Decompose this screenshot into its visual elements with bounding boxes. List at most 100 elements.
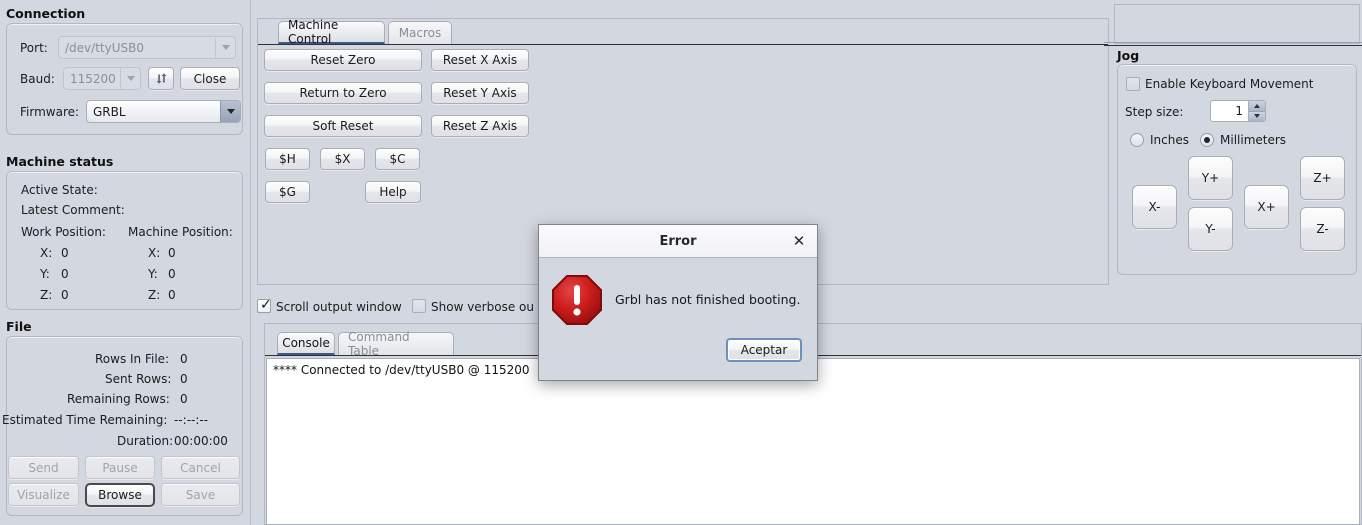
save-button[interactable]: Save	[161, 483, 240, 506]
tab-console[interactable]: Console	[277, 332, 335, 355]
duration-label: Duration:	[117, 434, 174, 448]
work-axis-y-value: 0	[61, 267, 69, 281]
jog-z-minus-button[interactable]: Z-	[1300, 207, 1345, 251]
refresh-ports-button[interactable]	[148, 67, 174, 90]
jog-y-plus-button[interactable]: Y+	[1188, 156, 1233, 200]
work-axis-x-label: X:	[40, 246, 53, 260]
cmd-c-button[interactable]: $C	[375, 148, 420, 170]
pause-button[interactable]: Pause	[85, 456, 155, 479]
error-stop-icon	[551, 274, 603, 329]
jog-x-minus-button[interactable]: X-	[1132, 185, 1177, 229]
sent-rows-value: 0	[180, 372, 188, 386]
jog-z-plus-button[interactable]: Z+	[1300, 156, 1345, 200]
duration-value: 00:00:00	[174, 434, 228, 448]
help-button[interactable]: Help	[365, 181, 421, 203]
right-divider-blue	[1104, 42, 1362, 43]
cmd-x-button[interactable]: $X	[320, 148, 365, 170]
machine-axis-y-value: 0	[168, 267, 176, 281]
work-position-label: Work Position:	[21, 225, 106, 239]
step-size-stepper[interactable]: 1	[1210, 100, 1266, 122]
browse-button[interactable]: Browse	[85, 483, 155, 507]
radio-dot-icon	[1204, 137, 1210, 143]
firmware-select[interactable]: GRBL	[86, 100, 241, 123]
tab-macros[interactable]: Macros	[388, 21, 452, 44]
jog-group-title: Jog	[1117, 48, 1140, 63]
active-state-label: Active State:	[21, 183, 98, 197]
baud-select-value: 115200	[70, 71, 116, 86]
enable-keyboard-movement-checkbox[interactable]	[1126, 77, 1140, 91]
chevron-down-icon	[215, 37, 235, 58]
stepper-buttons[interactable]	[1248, 101, 1265, 121]
send-button[interactable]: Send	[8, 456, 79, 479]
estimated-time-label: Estimated Time Remaining:	[2, 413, 168, 427]
right-top-panel	[1114, 4, 1360, 44]
close-icon[interactable]: ✕	[791, 233, 807, 249]
reset-zero-button[interactable]: Reset Zero	[264, 49, 422, 71]
work-axis-z-value: 0	[61, 288, 69, 302]
work-axis-y-label: Y:	[40, 267, 50, 281]
sent-rows-label: Sent Rows:	[105, 372, 172, 386]
cancel-button[interactable]: Cancel	[161, 456, 240, 479]
inches-radio[interactable]	[1130, 133, 1144, 147]
cmd-h-button[interactable]: $H	[265, 148, 310, 170]
port-select[interactable]: /dev/ttyUSB0	[58, 36, 236, 59]
millimeters-radio[interactable]	[1200, 133, 1214, 147]
close-connection-button[interactable]: Close	[180, 67, 240, 90]
machine-axis-x-label: X:	[148, 246, 161, 260]
verbose-output-checkbox[interactable]	[412, 299, 426, 313]
left-splitter[interactable]	[250, 0, 251, 525]
jog-y-minus-button[interactable]: Y-	[1188, 207, 1233, 251]
remaining-rows-value: 0	[180, 392, 188, 406]
remaining-rows-label: Remaining Rows:	[67, 392, 170, 406]
tab-machine-control[interactable]: Machine Control	[278, 18, 385, 46]
port-select-value: /dev/ttyUSB0	[65, 40, 144, 55]
scroll-output-checkbox[interactable]: ✓	[257, 297, 272, 313]
step-size-value: 1	[1235, 104, 1243, 118]
machine-position-label: Machine Position:	[128, 225, 233, 239]
scroll-output-label: Scroll output window	[276, 300, 402, 314]
cmd-g-button[interactable]: $G	[265, 181, 310, 203]
right-divider-dark	[1104, 45, 1362, 46]
chevron-down-icon	[120, 68, 140, 89]
work-axis-x-value: 0	[61, 246, 69, 260]
machine-axis-z-value: 0	[168, 288, 176, 302]
machine-axis-y-label: Y:	[148, 267, 158, 281]
file-group-title: File	[6, 319, 32, 334]
rows-in-file-label: Rows In File:	[95, 352, 170, 366]
machine-status-group-title: Machine status	[6, 154, 114, 169]
connection-group-title: Connection	[6, 6, 86, 21]
millimeters-label: Millimeters	[1220, 133, 1287, 147]
firmware-select-value: GRBL	[93, 104, 126, 119]
estimated-time-value: --:--:--	[174, 413, 209, 427]
reset-x-axis-button[interactable]: Reset X Axis	[431, 49, 529, 71]
step-size-label: Step size:	[1125, 105, 1184, 119]
work-axis-z-label: Z:	[40, 288, 53, 302]
return-to-zero-button[interactable]: Return to Zero	[264, 82, 422, 104]
dialog-titlebar: Error ✕	[539, 225, 817, 258]
tab-underline	[258, 44, 1108, 45]
tab-command-table[interactable]: Command Table	[338, 330, 454, 358]
dialog-accept-button[interactable]: Aceptar	[726, 338, 802, 362]
machine-axis-z-label: Z:	[148, 288, 161, 302]
soft-reset-button[interactable]: Soft Reset	[264, 115, 422, 137]
inches-label: Inches	[1150, 133, 1189, 147]
baud-select[interactable]: 115200	[63, 67, 141, 90]
firmware-label: Firmware:	[20, 105, 80, 119]
verbose-output-label: Show verbose ou	[431, 300, 534, 314]
reset-z-axis-button[interactable]: Reset Z Axis	[431, 115, 529, 137]
error-dialog: Error ✕ Grbl has not finished booting. A…	[538, 224, 818, 381]
check-icon: ✓	[260, 297, 272, 313]
stepper-up-icon[interactable]	[1249, 101, 1265, 112]
refresh-icon	[156, 73, 166, 84]
stepper-down-icon[interactable]	[1249, 111, 1265, 121]
reset-y-axis-button[interactable]: Reset Y Axis	[431, 82, 529, 104]
chevron-down-icon	[220, 101, 240, 122]
baud-label: Baud:	[20, 72, 55, 86]
machine-axis-x-value: 0	[168, 246, 176, 260]
jog-x-plus-button[interactable]: X+	[1244, 185, 1289, 229]
port-label: Port:	[20, 41, 48, 55]
console-output[interactable]: **** Connected to /dev/ttyUSB0 @ 115200	[266, 358, 1360, 525]
application-window: Connection Port: /dev/ttyUSB0 Baud: 1152…	[0, 0, 1362, 525]
visualize-button[interactable]: Visualize	[8, 483, 79, 506]
dialog-message: Grbl has not finished booting.	[615, 292, 801, 307]
